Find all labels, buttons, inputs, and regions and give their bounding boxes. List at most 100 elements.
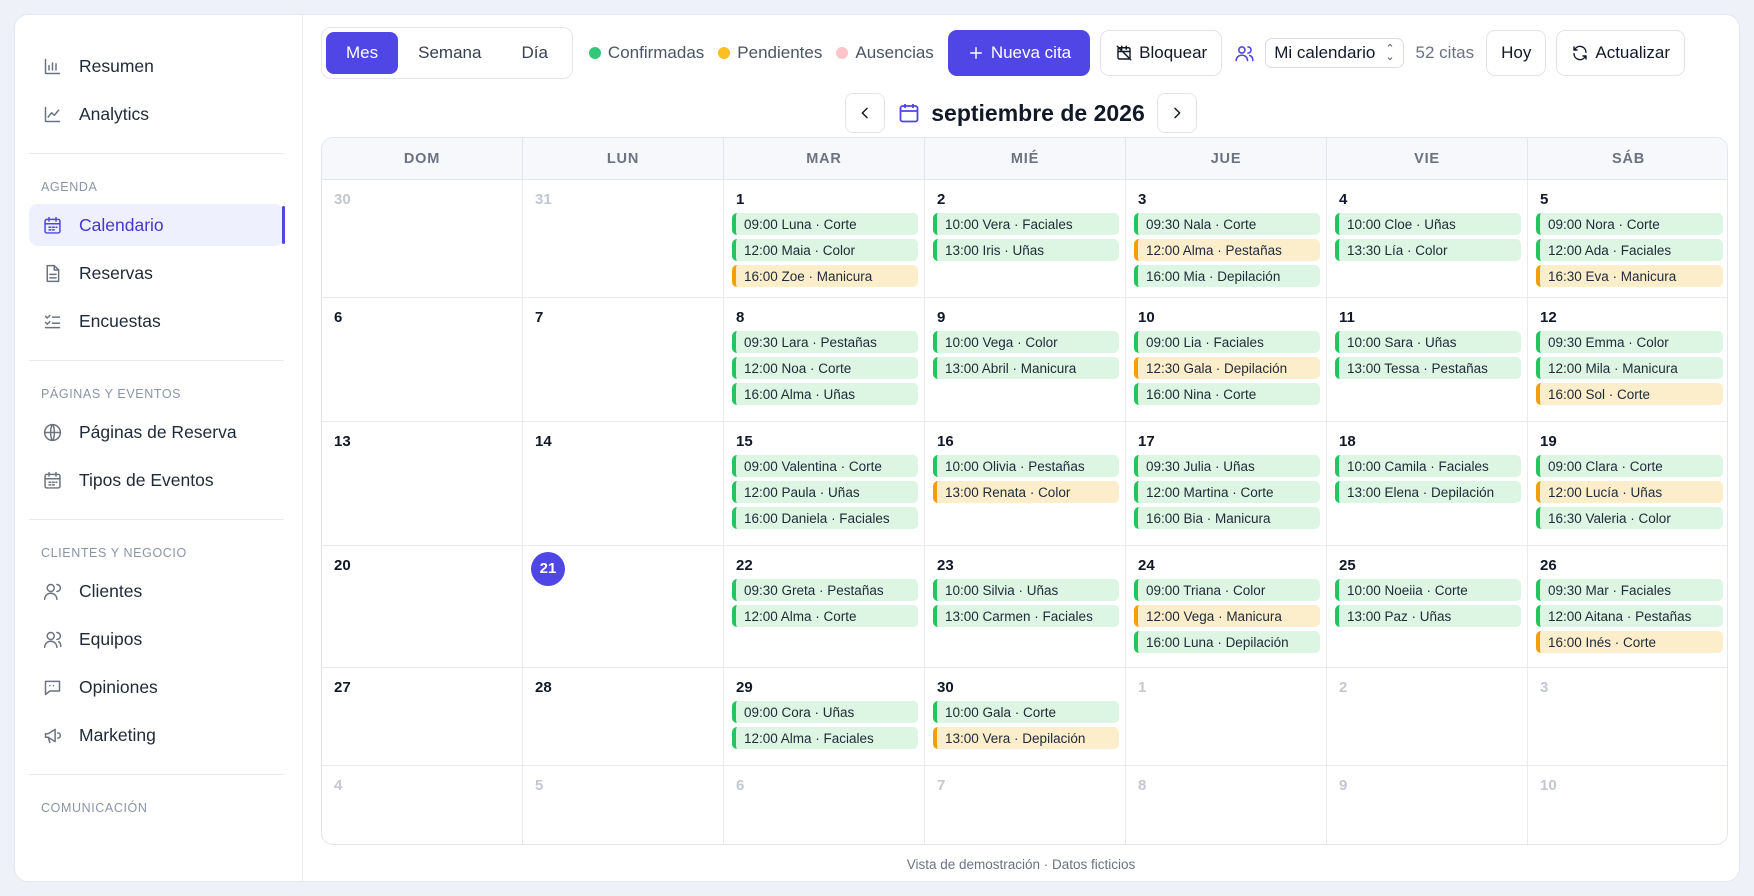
day-cell[interactable]: 3 09:30 Nala · Corte 12:00 Alma · Pestañas… [1126,180,1327,298]
confirmed-appointment[interactable]: 09:30 Nala · Corte [1134,213,1320,235]
sidebar-item-clientes[interactable]: Clientes [29,570,284,612]
confirmed-appointment[interactable]: 10:00 Olivia · Pestañas [933,455,1119,477]
confirmed-appointment[interactable]: 10:00 Gala · Corte [933,701,1119,723]
day-cell[interactable]: 5 09:00 Nora · Corte 12:00 Ada · Faciales 1… [1528,180,1727,298]
pending-appointment[interactable]: 16:00 Zoe · Manicura [732,265,918,287]
day-cell[interactable]: 4 [322,766,523,844]
day-cell[interactable]: 1 [1126,668,1327,766]
day-cell[interactable]: 17 09:30 Julia · Uñas 12:00 Martina · Cort… [1126,422,1327,546]
pending-appointment[interactable]: 12:00 Vega · Manicura [1134,605,1320,627]
confirmed-appointment[interactable]: 16:00 Daniela · Faciales [732,507,918,529]
confirmed-appointment[interactable]: 16:00 Nina · Corte [1134,383,1320,405]
confirmed-appointment[interactable]: 13:00 Elena · Depilación [1335,481,1521,503]
calendar-select[interactable]: Mi calendario ⌃ ⌄ [1265,38,1404,68]
day-cell[interactable]: 25 10:00 Noeiia · Corte 13:00 Paz · Uñas [1327,546,1528,668]
pending-appointment[interactable]: 16:30 Eva · Manicura [1536,265,1723,287]
confirmed-appointment[interactable]: 10:00 Sara · Uñas [1335,331,1521,353]
today-button[interactable]: Hoy [1486,30,1547,76]
confirmed-appointment[interactable]: 12:00 Alma · Corte [732,605,918,627]
day-cell[interactable]: 6 [724,766,925,844]
pending-appointment[interactable]: 12:30 Gala · Depilación [1134,357,1320,379]
day-cell[interactable]: 14 [523,422,724,546]
pending-appointment[interactable]: 13:00 Vera · Depilación [933,727,1119,749]
day-cell[interactable]: 8 09:30 Lara · Pestañas 12:00 Noa · Corte 1… [724,298,925,422]
confirmed-appointment[interactable]: 10:00 Vega · Color [933,331,1119,353]
confirmed-appointment[interactable]: 12:00 Alma · Faciales [732,727,918,749]
day-cell[interactable]: 10 [1528,766,1727,844]
confirmed-appointment[interactable]: 10:00 Cloe · Uñas [1335,213,1521,235]
day-cell[interactable]: 18 10:00 Camila · Faciales 13:00 Elena · D… [1327,422,1528,546]
confirmed-appointment[interactable]: 10:00 Vera · Faciales [933,213,1119,235]
new-appointment-button[interactable]: Nueva cita [947,30,1091,76]
confirmed-appointment[interactable]: 12:00 Aitana · Pestañas [1536,605,1723,627]
confirmed-appointment[interactable]: 16:30 Valeria · Color [1536,507,1723,529]
sidebar-item-reservas[interactable]: Reservas [29,252,284,294]
day-cell[interactable]: 22 09:30 Greta · Pestañas 12:00 Alma · Cor… [724,546,925,668]
day-cell[interactable]: 8 [1126,766,1327,844]
next-month-button[interactable] [1156,93,1197,133]
day-cell[interactable]: 15 09:00 Valentina · Corte 12:00 Paula · U… [724,422,925,546]
day-cell[interactable]: 2 10:00 Vera · Faciales 13:00 Iris · Uñas [925,180,1126,298]
day-cell[interactable]: 23 10:00 Silvia · Uñas 13:00 Carmen · Faci… [925,546,1126,668]
confirmed-appointment[interactable]: 09:00 Triana · Color [1134,579,1320,601]
confirmed-appointment[interactable]: 12:00 Ada · Faciales [1536,239,1723,261]
sidebar-item-paginas-de-reserva[interactable]: Páginas de Reserva [29,411,284,453]
confirmed-appointment[interactable]: 09:30 Lara · Pestañas [732,331,918,353]
confirmed-appointment[interactable]: 12:00 Maia · Color [732,239,918,261]
day-cell[interactable]: 28 [523,668,724,766]
confirmed-appointment[interactable]: 09:30 Mar · Faciales [1536,579,1723,601]
day-cell[interactable]: 31 [523,180,724,298]
confirmed-appointment[interactable]: 09:00 Luna · Corte [732,213,918,235]
day-cell[interactable]: 3 [1528,668,1727,766]
confirmed-appointment[interactable]: 10:00 Camila · Faciales [1335,455,1521,477]
confirmed-appointment[interactable]: 12:00 Noa · Corte [732,357,918,379]
confirmed-appointment[interactable]: 09:00 Cora · Uñas [732,701,918,723]
day-cell[interactable]: 13 [322,422,523,546]
day-cell[interactable]: 5 [523,766,724,844]
day-cell[interactable]: 2 [1327,668,1528,766]
day-cell[interactable]: 9 10:00 Vega · Color 13:00 Abril · Manicur… [925,298,1126,422]
refresh-button[interactable]: Actualizar [1556,30,1685,76]
confirmed-appointment[interactable]: 16:00 Bia · Manicura [1134,507,1320,529]
day-cell[interactable]: 11 10:00 Sara · Uñas 13:00 Tessa · Pestaña… [1327,298,1528,422]
day-cell[interactable]: 30 [322,180,523,298]
block-button[interactable]: Bloquear [1100,30,1223,76]
confirmed-appointment[interactable]: 16:00 Mia · Depilación [1134,265,1320,287]
confirmed-appointment[interactable]: 13:00 Tessa · Pestañas [1335,357,1521,379]
day-cell[interactable]: 29 09:00 Cora · Uñas 12:00 Alma · Faciales [724,668,925,766]
prev-month-button[interactable] [845,93,886,133]
day-cell[interactable]: 10 09:00 Lia · Faciales 12:30 Gala · Depil… [1126,298,1327,422]
sidebar-item-tipos-de-eventos[interactable]: Tipos de Eventos [29,459,284,501]
sidebar-item-calendario[interactable]: Calendario [29,204,285,246]
confirmed-appointment[interactable]: 09:30 Emma · Color [1536,331,1723,353]
view-tab-semana[interactable]: Semana [398,32,501,74]
confirmed-appointment[interactable]: 13:00 Iris · Uñas [933,239,1119,261]
confirmed-appointment[interactable]: 16:00 Alma · Uñas [732,383,918,405]
confirmed-appointment[interactable]: 13:00 Carmen · Faciales [933,605,1119,627]
day-cell[interactable]: 1 09:00 Luna · Corte 12:00 Maia · Color 16:… [724,180,925,298]
day-cell[interactable]: 19 09:00 Clara · Corte 12:00 Lucía · Uñas 1… [1528,422,1727,546]
day-cell[interactable]: 6 [322,298,523,422]
day-cell[interactable]: 9 [1327,766,1528,844]
confirmed-appointment[interactable]: 12:00 Paula · Uñas [732,481,918,503]
pending-appointment[interactable]: 12:00 Alma · Pestañas [1134,239,1320,261]
confirmed-appointment[interactable]: 09:00 Nora · Corte [1536,213,1723,235]
view-tab-mes[interactable]: Mes [326,32,399,74]
confirmed-appointment[interactable]: 09:30 Greta · Pestañas [732,579,918,601]
sidebar-item-resumen[interactable]: Resumen [29,45,284,87]
confirmed-appointment[interactable]: 12:00 Mila · Manicura [1536,357,1723,379]
confirmed-appointment[interactable]: 09:00 Clara · Corte [1536,455,1723,477]
day-cell[interactable]: 16 10:00 Olivia · Pestañas 13:00 Renata · … [925,422,1126,546]
day-cell[interactable]: 12 09:30 Emma · Color 12:00 Mila · Manicur… [1528,298,1727,422]
day-cell[interactable]: 21 [523,546,724,668]
day-cell[interactable]: 20 [322,546,523,668]
sidebar-item-equipos[interactable]: Equipos [29,618,284,660]
sidebar-item-analytics[interactable]: Analytics [29,93,284,135]
day-cell[interactable]: 7 [523,298,724,422]
day-cell[interactable]: 7 [925,766,1126,844]
view-tab-dia[interactable]: Día [501,32,567,74]
day-cell[interactable]: 27 [322,668,523,766]
pending-appointment[interactable]: 16:00 Sol · Corte [1536,383,1723,405]
confirmed-appointment[interactable]: 13:30 Lía · Color [1335,239,1521,261]
pending-appointment[interactable]: 16:00 Inés · Corte [1536,631,1723,653]
